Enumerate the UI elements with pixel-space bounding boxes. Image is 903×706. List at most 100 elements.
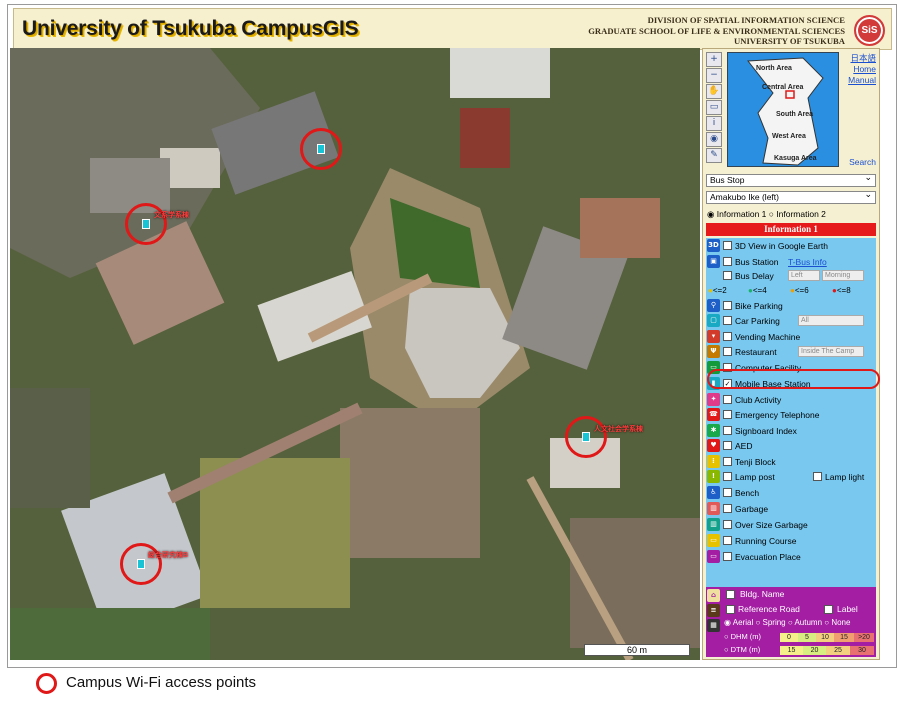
control-panel: + − ✋ ▭ i ◉ ✎ North Area Central Area So… <box>702 48 880 660</box>
bus-delay-direction-select[interactable]: Left <box>788 270 820 281</box>
layer-3d-view[interactable]: 3D 3D View in Google Earth <box>706 238 876 254</box>
manual-link[interactable]: Manual <box>848 75 876 86</box>
car-parking-select[interactable]: All <box>798 315 864 326</box>
dtm-scale-1: 20 <box>803 646 826 655</box>
dhm-scale-0: 0 <box>780 633 798 642</box>
zoom-out-icon[interactable]: − <box>706 68 722 83</box>
dtm-radio[interactable]: ○ DTM (m) <box>724 645 760 654</box>
layer-checkbox[interactable] <box>723 271 732 280</box>
layer-label: Tenji Block <box>735 457 776 467</box>
layer-signboard-index[interactable]: ✱ Signboard Index <box>706 423 876 439</box>
wifi-marker-1[interactable] <box>300 128 342 170</box>
wifi-access-point-icon <box>582 432 590 442</box>
minimap-central-area[interactable]: Central Area <box>762 84 803 91</box>
aed-icon: ♥ <box>707 439 720 452</box>
dhm-scale-1: 5 <box>798 633 816 642</box>
layer-lamp-post[interactable]: ! Lamp post Lamp light <box>706 469 876 485</box>
layer-checkbox[interactable] <box>723 488 732 497</box>
trash-can-icon: ▥ <box>707 518 720 531</box>
layer-checkbox[interactable] <box>723 504 732 513</box>
layer-bus-delay[interactable]: Bus Delay Left Morning <box>706 268 876 284</box>
ruler-icon[interactable]: ▭ <box>706 100 722 115</box>
wifi-access-point-icon <box>317 144 325 154</box>
layer-checkbox[interactable] <box>723 536 732 545</box>
layer-label: 3D View in Google Earth <box>735 241 828 251</box>
layer-checkbox[interactable] <box>723 426 732 435</box>
layer-checkbox[interactable] <box>723 316 732 325</box>
pencil-icon[interactable]: ✎ <box>706 148 722 163</box>
layer-over-size-garbage[interactable]: ▥ Over Size Garbage <box>706 517 876 533</box>
layer-emergency-telephone[interactable]: ☎ Emergency Telephone <box>706 407 876 423</box>
layer-checkbox[interactable] <box>723 347 732 356</box>
bus-delay-legend: ●<=2 ●<=4 ●<=6 ●<=8 <box>706 283 876 299</box>
wifi-marker-3[interactable] <box>565 416 607 458</box>
layer-checkbox[interactable] <box>723 472 732 481</box>
map-scale-bar: 60 m <box>584 644 690 656</box>
layer-checkbox[interactable] <box>723 552 732 561</box>
road-icon: ≡ <box>707 604 720 617</box>
japanese-link[interactable]: 日本語 <box>848 53 876 64</box>
layer-checkbox[interactable] <box>723 520 732 529</box>
layer-checkbox[interactable] <box>723 410 732 419</box>
minimap-south-area[interactable]: South Area <box>776 111 813 118</box>
cup-icon: ▾ <box>707 330 720 343</box>
restaurant-select[interactable]: Inside The Camp <box>798 346 864 357</box>
org-line-1: DIVISION OF SPATIAL INFORMATION SCIENCE <box>647 15 845 25</box>
layer-vending-machine[interactable]: ▾ Vending Machine <box>706 329 876 345</box>
layer-checkbox[interactable] <box>723 241 732 250</box>
tenji-block-icon: ⁞ <box>707 455 720 468</box>
layer-list: 3D 3D View in Google Earth ▣ Bus Station T-… <box>706 238 876 630</box>
layer-bench[interactable]: ♿ Bench <box>706 485 876 501</box>
garbage-icon: ▥ <box>707 502 720 515</box>
layer-label: Garbage <box>735 504 769 514</box>
layer-label: AED <box>735 441 753 451</box>
overview-minimap[interactable]: North Area Central Area South Area West … <box>727 52 839 167</box>
home-link[interactable]: Home <box>848 64 876 75</box>
layer-tenji-block[interactable]: ⁞ Tenji Block <box>706 454 876 470</box>
zoom-in-icon[interactable]: + <box>706 52 722 67</box>
lamp-light-checkbox[interactable] <box>813 472 822 481</box>
running-course-icon: ▭ <box>707 534 720 547</box>
pan-icon[interactable]: ✋ <box>706 84 722 99</box>
layer-evacuation-place[interactable]: ▭ Evacuation Place <box>706 549 876 565</box>
wifi-label-2: 文系学系棟 <box>154 212 189 219</box>
layer-checkbox[interactable] <box>723 257 732 266</box>
layer-garbage[interactable]: ▥ Garbage <box>706 501 876 517</box>
minimap-north-area[interactable]: North Area <box>756 65 792 72</box>
location-select[interactable]: Amakubo Ike (left) <box>706 189 876 204</box>
search-link[interactable]: Search <box>849 157 876 167</box>
season-radio-group[interactable]: ◉ Aerial ○ Spring ○ Autumn ○ None <box>724 618 850 627</box>
signboard-icon: ✱ <box>707 424 720 437</box>
layer-club-activity[interactable]: ✦ Club Activity <box>706 392 876 408</box>
layer-checkbox[interactable] <box>723 301 732 310</box>
bus-delay-time-select[interactable]: Morning <box>822 270 864 281</box>
info1-radio[interactable]: ◉ <box>707 209 717 219</box>
layer-checkbox[interactable] <box>723 395 732 404</box>
wifi-label-3: 人文社会学系棟 <box>594 426 643 433</box>
layer-running-course[interactable]: ▭ Running Course <box>706 533 876 549</box>
label-checkbox[interactable] <box>824 605 833 614</box>
layer-car-parking[interactable]: ▢ Car Parking All <box>706 313 876 329</box>
map-toolbar: + − ✋ ▭ i ◉ ✎ <box>706 52 724 164</box>
dhm-radio[interactable]: ○ DHM (m) <box>724 632 761 641</box>
layer-checkbox[interactable] <box>723 441 732 450</box>
minimap-west-area[interactable]: West Area <box>772 133 806 140</box>
reference-road-checkbox[interactable] <box>726 605 735 614</box>
bldg-name-checkbox[interactable] <box>726 590 735 599</box>
layer-restaurant[interactable]: Ψ Restaurant Inside The Camp <box>706 344 876 360</box>
lamp-light-label: Lamp light <box>825 472 865 482</box>
info-icon[interactable]: i <box>706 116 722 131</box>
layer-label: Club Activity <box>735 395 782 405</box>
category-select[interactable]: Bus Stop <box>706 172 876 187</box>
layer-aed[interactable]: ♥ AED <box>706 438 876 454</box>
layer-label: Over Size Garbage <box>735 520 808 530</box>
layer-checkbox[interactable] <box>723 332 732 341</box>
sis-logo[interactable]: SiS <box>854 15 885 46</box>
minimap-kasuga-area[interactable]: Kasuga Area <box>774 155 817 162</box>
bus-icon: ▣ <box>707 255 720 268</box>
layer-bike-parking[interactable]: ⚲ Bike Parking <box>706 298 876 314</box>
aerial-map[interactable]: 文系学系棟 人文社会学系棟 総合研究棟B 60 m <box>10 48 700 660</box>
layer-label: Bike Parking <box>735 301 783 311</box>
globe-icon[interactable]: ◉ <box>706 132 722 147</box>
layer-checkbox[interactable] <box>723 457 732 466</box>
